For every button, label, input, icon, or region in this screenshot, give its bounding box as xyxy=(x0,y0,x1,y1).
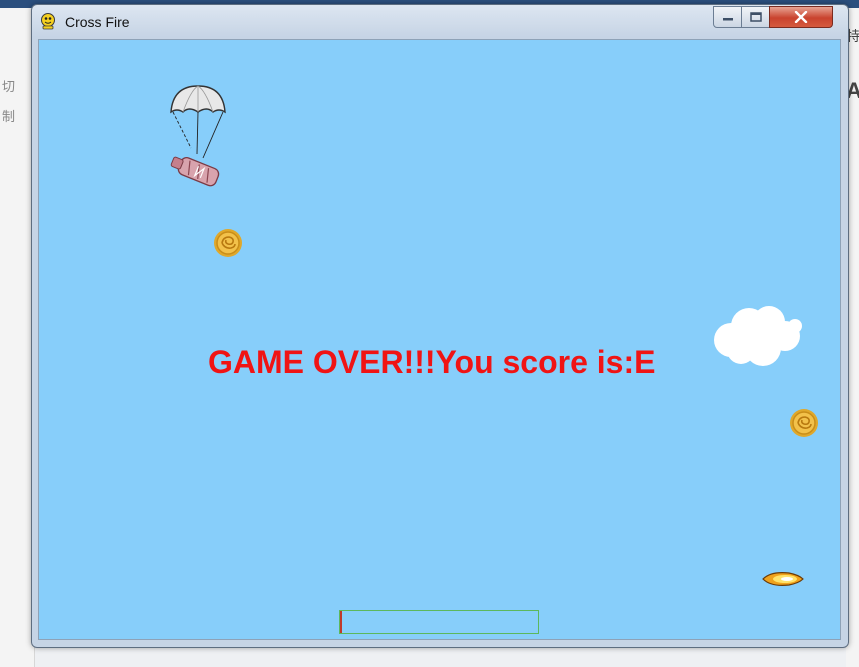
maximize-icon xyxy=(749,12,762,22)
health-bar xyxy=(339,610,539,634)
pygame-snake-icon xyxy=(41,13,55,30)
gold-coin-sprite xyxy=(214,229,242,257)
minimize-button[interactable] xyxy=(713,6,742,28)
background-glyph: 切 xyxy=(2,79,16,94)
close-icon xyxy=(794,11,808,23)
minimize-icon xyxy=(722,18,733,21)
background-app-left-panel: 切 制 xyxy=(0,8,35,667)
maximize-button[interactable] xyxy=(741,6,770,28)
parachute-supply-sprite xyxy=(170,85,226,187)
health-bar-fill xyxy=(340,611,342,633)
window-title: Cross Fire xyxy=(65,14,130,30)
game-over-message: GAME OVER!!!You score is:E xyxy=(208,344,656,380)
game-canvas[interactable]: GAME OVER!!!You score is:E xyxy=(38,39,841,640)
close-button[interactable] xyxy=(769,6,833,28)
title-bar[interactable]: Cross Fire xyxy=(32,5,848,39)
fire-bullet-sprite xyxy=(762,572,804,586)
background-glyph: 制 xyxy=(2,109,16,124)
gold-coin-sprite xyxy=(790,409,818,437)
